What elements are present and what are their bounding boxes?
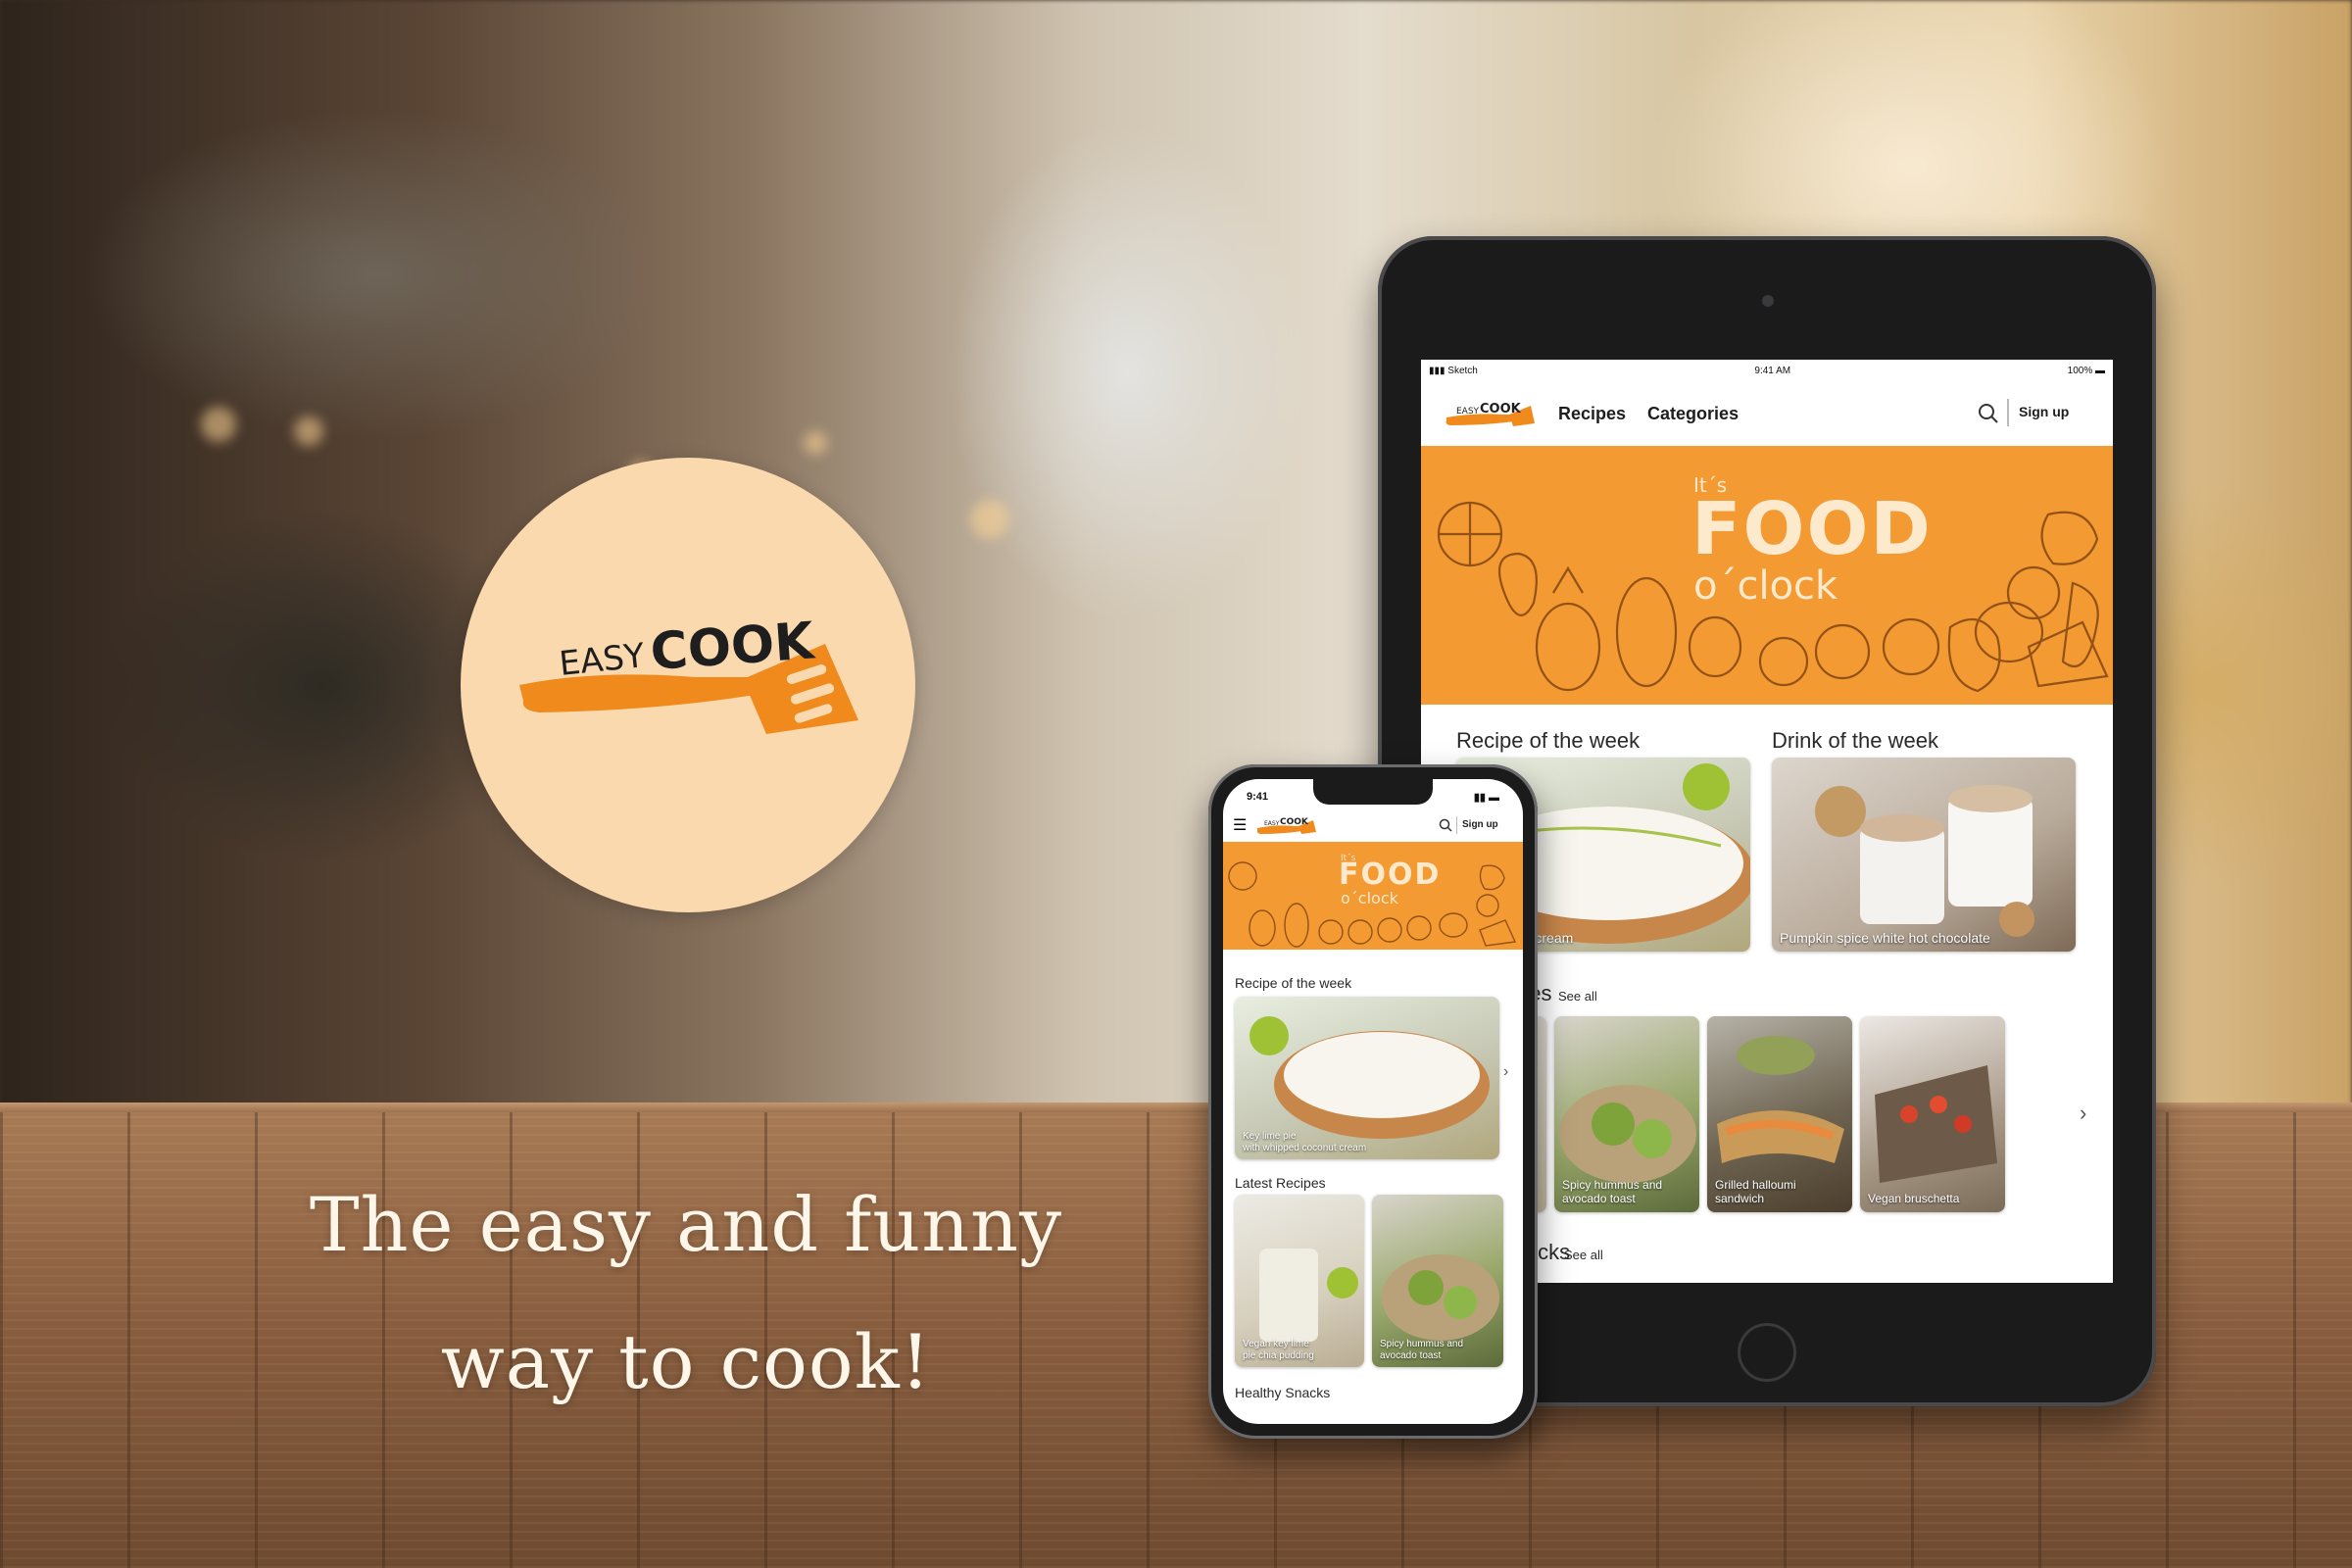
battery: 100% ▬ xyxy=(2067,365,2105,376)
card-label-line-2: sandwich xyxy=(1715,1192,1765,1206)
phone-status-icons: ▮▮ ▬ xyxy=(1473,791,1499,804)
card-label-line-1: Grilled halloumi xyxy=(1715,1178,1796,1193)
latest-recipe-card[interactable]: Vegan bruschetta xyxy=(1860,1016,2005,1212)
recipe-of-week-title: Recipe of the week xyxy=(1456,728,1641,753)
phone-top-nav: ☰ EASY COOK Sign up xyxy=(1223,808,1523,842)
search-icon[interactable] xyxy=(1978,403,1999,424)
phone-latest-recipe-card[interactable]: Vegan key lime pie chia pudding xyxy=(1235,1195,1364,1367)
signal-icon: ▮▮▮ xyxy=(1429,365,1446,376)
hero-oclock: o´clock xyxy=(1693,564,1838,609)
tagline-line-2: way to cook! xyxy=(440,1318,932,1405)
phone-device: 9:41 ▮▮ ▬ ☰ EASY COOK Sign up It´s FOOD … xyxy=(1208,764,1538,1439)
logo-badge: EASY COOK xyxy=(461,458,915,912)
phone-chevron-right-icon[interactable]: › xyxy=(1503,1063,1508,1081)
phone-nav-logo[interactable]: EASY COOK xyxy=(1256,814,1317,836)
phone-notch xyxy=(1313,779,1433,805)
svg-text:EASY: EASY xyxy=(1264,820,1280,827)
card-label-line-2: avocado toast xyxy=(1562,1192,1636,1206)
nav-recipes[interactable]: Recipes xyxy=(1558,404,1626,424)
drink-of-week-title: Drink of the week xyxy=(1772,728,1938,753)
hero-food: FOOD xyxy=(1691,487,1933,571)
drink-of-week-card[interactable]: Pumpkin spice white hot chocolate xyxy=(1772,758,2076,952)
chevron-right-icon[interactable]: › xyxy=(2080,1101,2086,1126)
logo-cook-text: COOK xyxy=(649,612,817,682)
phone-recipe-of-week-title: Recipe of the week xyxy=(1235,975,1352,991)
home-button[interactable] xyxy=(1738,1323,1796,1382)
latest-recipe-card[interactable]: Spicy hummus and avocado toast xyxy=(1554,1016,1699,1212)
drink-of-week-label: Pumpkin spice white hot chocolate xyxy=(1780,929,1990,946)
phone-latest-recipes-title: Latest Recipes xyxy=(1235,1175,1326,1191)
phone-recipe-label-line-1: Key lime pie xyxy=(1243,1131,1297,1142)
card-label-line-2: pie chia pudding xyxy=(1243,1349,1314,1361)
phone-recipe-of-week-card[interactable]: Key lime pie with whipped coconut cream xyxy=(1235,997,1499,1159)
svg-text:EASY: EASY xyxy=(1456,407,1480,416)
phone-status-time: 9:41 xyxy=(1247,791,1269,803)
phone-hero-banner: It´s FOOD o´clock xyxy=(1223,842,1523,950)
top-nav: EASY COOK Recipes Categories Sign up xyxy=(1421,381,2113,446)
nav-categories[interactable]: Categories xyxy=(1647,404,1739,424)
battery-icon: ▬ xyxy=(2095,365,2105,376)
svg-text:COOK: COOK xyxy=(1480,402,1522,416)
hot-chocolate-image xyxy=(1815,785,2034,937)
card-label-line-1: Vegan key lime xyxy=(1243,1339,1309,1349)
svg-text:COOK: COOK xyxy=(1280,817,1309,827)
easy-cook-logo: EASY COOK xyxy=(519,612,858,734)
card-label-line-2: avocado toast xyxy=(1380,1349,1442,1361)
phone-nav-divider xyxy=(1456,816,1457,834)
phone-hero-food: FOOD xyxy=(1339,858,1442,892)
nav-logo[interactable]: EASY COOK xyxy=(1445,398,1537,429)
bokeh-light xyxy=(294,416,323,446)
latest-see-all[interactable]: See all xyxy=(1558,989,1597,1004)
tagline-line-1: The easy and funny xyxy=(309,1181,1063,1268)
bokeh-light xyxy=(201,407,236,442)
snacks-see-all[interactable]: See all xyxy=(1564,1248,1603,1262)
phone-latest-recipe-card[interactable]: Spicy hummus and avocado toast xyxy=(1372,1195,1503,1367)
phone-search-icon[interactable] xyxy=(1439,818,1452,832)
card-label-line-1: Spicy hummus and xyxy=(1380,1339,1464,1349)
phone-sign-up-link[interactable]: Sign up xyxy=(1462,819,1498,830)
phone-hero-oclock: o´clock xyxy=(1341,889,1398,907)
phone-recipe-label-line-2: with whipped coconut cream xyxy=(1243,1142,1367,1153)
bokeh-light xyxy=(970,500,1009,539)
card-label-line-1: Spicy hummus and xyxy=(1562,1178,1663,1193)
carrier: ▮▮▮ Sketch xyxy=(1429,365,1478,376)
bokeh-light xyxy=(804,431,827,455)
sign-up-link[interactable]: Sign up xyxy=(2019,404,2069,419)
latest-recipe-card[interactable]: Grilled halloumi sandwich xyxy=(1707,1016,1852,1212)
menu-icon[interactable]: ☰ xyxy=(1233,815,1247,835)
nav-divider xyxy=(2007,399,2009,426)
hero-banner: It´s FOOD o´clock xyxy=(1421,446,2113,705)
camera xyxy=(1762,295,1774,307)
card-label-line-1: Vegan bruschetta xyxy=(1868,1192,1960,1206)
phone-screen: 9:41 ▮▮ ▬ ☰ EASY COOK Sign up It´s FOOD … xyxy=(1223,779,1523,1424)
status-time: 9:41 AM xyxy=(1754,365,1791,376)
phone-snacks-title: Healthy Snacks xyxy=(1235,1385,1331,1400)
bruschetta-image xyxy=(1875,1065,1997,1183)
status-bar: ▮▮▮ Sketch 9:41 AM 100% ▬ xyxy=(1421,360,2113,381)
